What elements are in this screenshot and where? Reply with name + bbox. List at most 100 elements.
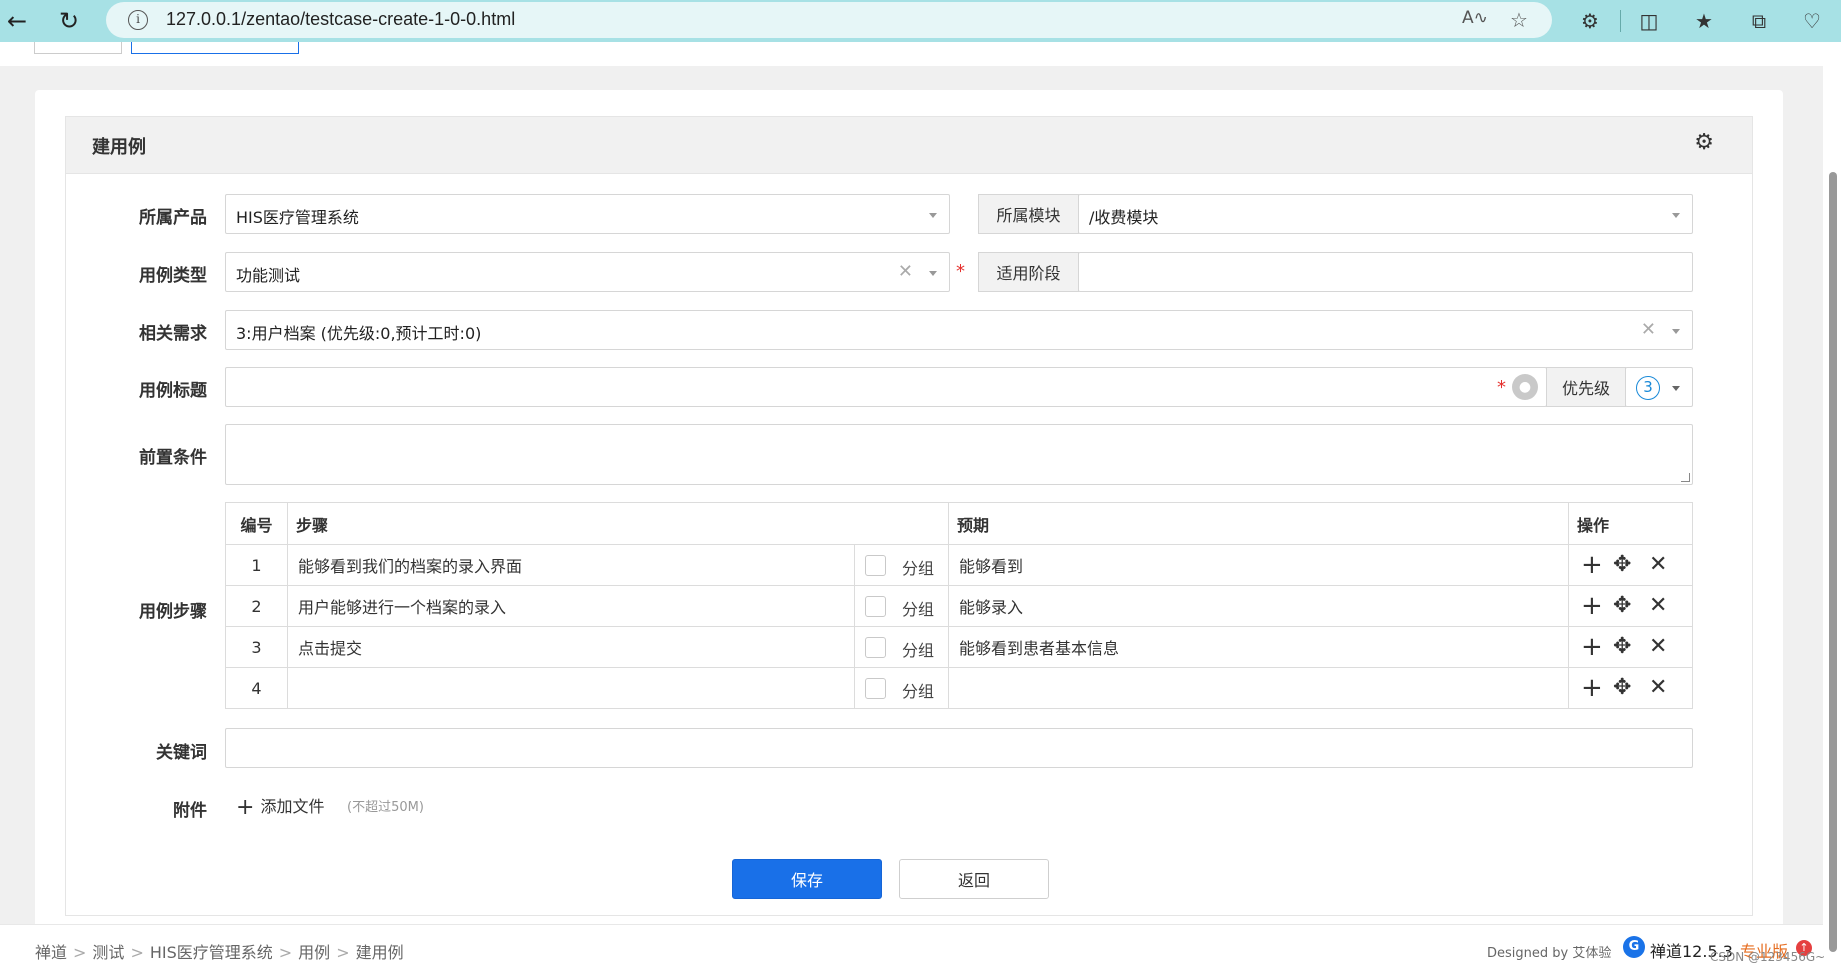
move-icon[interactable]: ✥ bbox=[1613, 674, 1631, 702]
delete-step-icon[interactable]: ✕ bbox=[1649, 674, 1667, 702]
health-heart-icon[interactable]: ♡ bbox=[1797, 6, 1827, 36]
product-select[interactable]: HIS医疗管理系统 bbox=[225, 194, 950, 234]
group-label: 分组 bbox=[902, 682, 935, 701]
chevron-down-icon bbox=[1672, 386, 1680, 391]
scrollbar-thumb[interactable] bbox=[1829, 172, 1837, 952]
breadcrumb-item[interactable]: 用例 bbox=[298, 943, 330, 962]
save-button[interactable]: 保存 bbox=[732, 859, 882, 899]
table-row: 2 用户能够进行一个档案的录入 分组 能够录入 + ✥ ✕ bbox=[225, 585, 1693, 627]
step-input[interactable]: 用户能够进行一个档案的录入 bbox=[287, 585, 855, 627]
nav-tab-fragment[interactable] bbox=[34, 42, 122, 54]
step-input[interactable]: 点击提交 bbox=[287, 626, 855, 668]
collections-icon[interactable]: ⧉ bbox=[1744, 6, 1774, 36]
resize-handle-icon[interactable] bbox=[1681, 473, 1690, 482]
keywords-input[interactable] bbox=[225, 728, 1693, 768]
clear-icon[interactable]: ✕ bbox=[1641, 319, 1656, 340]
expect-input[interactable]: 能够录入 bbox=[948, 585, 1569, 627]
info-icon[interactable]: i bbox=[128, 10, 148, 30]
breadcrumb-item[interactable]: HIS医疗管理系统 bbox=[150, 943, 273, 962]
table-row: 4 分组 + ✥ ✕ bbox=[225, 667, 1693, 709]
nav-tab-active-fragment[interactable] bbox=[131, 42, 299, 54]
add-step-icon[interactable]: + bbox=[1581, 551, 1603, 579]
group-checkbox[interactable] bbox=[865, 596, 886, 617]
page-scrollbar[interactable] bbox=[1823, 42, 1841, 972]
step-input[interactable] bbox=[287, 667, 855, 709]
delete-step-icon[interactable]: ✕ bbox=[1649, 551, 1667, 579]
zentao-logo-icon: G bbox=[1623, 936, 1645, 958]
color-palette-icon[interactable]: ● bbox=[1512, 374, 1538, 400]
type-label: 用例类型 bbox=[139, 266, 207, 286]
breadcrumb-separator: > bbox=[130, 943, 144, 962]
file-size-hint: (不超过50M) bbox=[347, 800, 424, 815]
move-icon[interactable]: ✥ bbox=[1613, 551, 1631, 579]
step-input[interactable]: 能够看到我们的档案的录入界面 bbox=[287, 544, 855, 586]
group-cell: 分组 bbox=[854, 544, 949, 586]
case-title-input[interactable]: * ● bbox=[225, 367, 1547, 407]
add-file-button[interactable]: + 添加文件 bbox=[236, 793, 324, 820]
ops-cell: + ✥ ✕ bbox=[1568, 667, 1693, 709]
add-step-icon[interactable]: + bbox=[1581, 674, 1603, 702]
story-select[interactable]: 3:用户档案 (优先级:0,预计工时:0) ✕ bbox=[225, 310, 1693, 350]
delete-step-icon[interactable]: ✕ bbox=[1649, 592, 1667, 620]
step-number: 4 bbox=[225, 667, 288, 709]
breadcrumb-separator: > bbox=[336, 943, 350, 962]
move-icon[interactable]: ✥ bbox=[1613, 592, 1631, 620]
chevron-down-icon bbox=[1672, 213, 1680, 218]
module-select[interactable]: /收费模块 bbox=[1078, 194, 1693, 234]
extensions-icon[interactable]: ⚙ bbox=[1575, 6, 1605, 36]
back-button[interactable]: 返回 bbox=[899, 859, 1049, 899]
priority-select[interactable]: 3 bbox=[1625, 367, 1693, 407]
chevron-down-icon bbox=[1672, 329, 1680, 334]
group-checkbox[interactable] bbox=[865, 637, 886, 658]
expect-input[interactable]: 能够看到患者基本信息 bbox=[948, 626, 1569, 668]
required-mark: * bbox=[1497, 377, 1506, 398]
type-select[interactable]: 功能测试 ✕ bbox=[225, 252, 950, 292]
module-label: 所属模块 bbox=[978, 194, 1079, 234]
expect-input[interactable] bbox=[948, 667, 1569, 709]
read-aloud-icon[interactable]: A∿ bbox=[1462, 8, 1488, 28]
required-mark: * bbox=[956, 261, 965, 282]
gear-icon[interactable]: ⚙ bbox=[1694, 130, 1714, 155]
product-label: 所属产品 bbox=[139, 208, 207, 228]
add-step-icon[interactable]: + bbox=[1581, 592, 1603, 620]
priority-badge: 3 bbox=[1636, 376, 1660, 400]
back-arrow-icon[interactable]: ← bbox=[0, 4, 34, 38]
precondition-textarea[interactable] bbox=[225, 424, 1693, 485]
stage-select[interactable] bbox=[1078, 252, 1693, 292]
add-file-label: 添加文件 bbox=[260, 797, 325, 816]
browser-toolbar: ← ↻ i 127.0.0.1/zentao/testcase-create-1… bbox=[0, 0, 1841, 42]
split-screen-icon[interactable]: ◫ bbox=[1634, 6, 1664, 36]
step-number: 2 bbox=[225, 585, 288, 627]
type-value: 功能测试 bbox=[236, 266, 301, 285]
refresh-icon[interactable]: ↻ bbox=[52, 4, 86, 38]
ops-cell: + ✥ ✕ bbox=[1568, 585, 1693, 627]
favorite-star-icon[interactable]: ☆ bbox=[1510, 8, 1528, 32]
designed-by[interactable]: Designed by 艾体验 bbox=[1487, 942, 1611, 961]
clear-icon[interactable]: ✕ bbox=[898, 261, 913, 282]
chevron-down-icon bbox=[929, 213, 937, 218]
keywords-label: 关键词 bbox=[156, 743, 207, 763]
table-row: 3 点击提交 分组 能够看到患者基本信息 + ✥ ✕ bbox=[225, 626, 1693, 668]
ops-cell: + ✥ ✕ bbox=[1568, 544, 1693, 586]
address-bar[interactable]: i 127.0.0.1/zentao/testcase-create-1-0-0… bbox=[106, 2, 1552, 38]
url-text[interactable]: 127.0.0.1/zentao/testcase-create-1-0-0.h… bbox=[166, 9, 515, 30]
step-number: 3 bbox=[225, 626, 288, 668]
priority-label: 优先级 bbox=[1546, 367, 1626, 407]
breadcrumb: 禅道 > 测试 > HIS医疗管理系统 > 用例 > 建用例 bbox=[35, 939, 404, 963]
delete-step-icon[interactable]: ✕ bbox=[1649, 633, 1667, 661]
steps-label: 用例步骤 bbox=[139, 602, 207, 622]
breadcrumb-item[interactable]: 测试 bbox=[92, 943, 124, 962]
plus-icon: + bbox=[236, 795, 255, 820]
group-checkbox[interactable] bbox=[865, 555, 886, 576]
move-icon[interactable]: ✥ bbox=[1613, 633, 1631, 661]
module-value: /收费模块 bbox=[1089, 208, 1159, 227]
breadcrumb-item[interactable]: 禅道 bbox=[35, 943, 67, 962]
group-checkbox[interactable] bbox=[865, 678, 886, 699]
table-row: 1 能够看到我们的档案的录入界面 分组 能够看到 + ✥ ✕ bbox=[225, 544, 1693, 586]
favorites-list-icon[interactable]: ★ bbox=[1689, 6, 1719, 36]
add-step-icon[interactable]: + bbox=[1581, 633, 1603, 661]
group-cell: 分组 bbox=[854, 626, 949, 668]
expect-input[interactable]: 能够看到 bbox=[948, 544, 1569, 586]
story-value: 3:用户档案 (优先级:0,预计工时:0) bbox=[236, 324, 482, 343]
product-value: HIS医疗管理系统 bbox=[236, 208, 359, 227]
